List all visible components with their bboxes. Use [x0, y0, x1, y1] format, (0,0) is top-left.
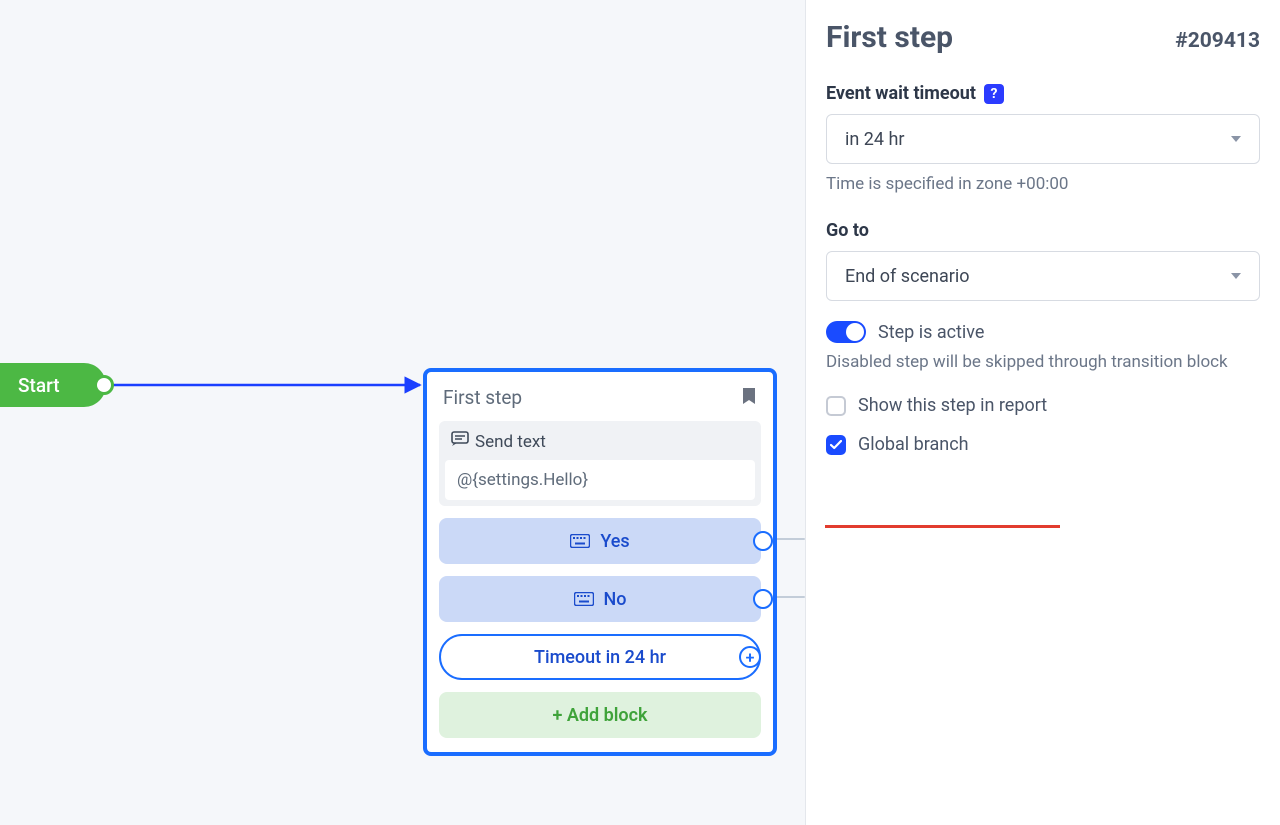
start-label: Start: [18, 374, 60, 397]
panel-id: #209413: [1175, 29, 1260, 53]
help-icon[interactable]: ?: [984, 84, 1004, 104]
connector-stub: [775, 596, 805, 598]
panel-header: First step #209413: [826, 20, 1260, 55]
global-branch-checkbox[interactable]: [826, 435, 846, 455]
block-content: @{settings.Hello}: [445, 460, 755, 500]
field-event-timeout: Event wait timeout ? in 24 hr Time is sp…: [826, 83, 1260, 194]
select-value: End of scenario: [845, 266, 970, 287]
properties-panel: First step #209413 Event wait timeout ? …: [805, 0, 1280, 825]
step-card-header: First step: [427, 372, 773, 421]
step-card-title: First step: [443, 386, 522, 409]
goto-select[interactable]: End of scenario: [826, 251, 1260, 301]
show-in-report-row: Show this step in report: [826, 395, 1260, 416]
step-active-toggle[interactable]: [826, 321, 866, 343]
send-text-block[interactable]: Send text @{settings.Hello}: [439, 421, 761, 506]
option-yes-port[interactable]: [753, 531, 773, 551]
add-block-button[interactable]: + Add block: [439, 692, 761, 738]
step-active-hint: Disabled step will be skipped through tr…: [826, 349, 1260, 375]
timeout-add-port[interactable]: +: [739, 646, 761, 668]
keyboard-icon: [570, 534, 590, 548]
field-goto: Go to End of scenario: [826, 220, 1260, 301]
timeout-label: Timeout in 24 hr: [534, 647, 666, 668]
label-text: Event wait timeout: [826, 83, 976, 104]
option-no-port[interactable]: [753, 589, 773, 609]
chevron-down-icon: [1231, 273, 1241, 279]
event-timeout-select[interactable]: in 24 hr: [826, 114, 1260, 164]
connector-stub: [775, 538, 805, 540]
highlight-underline: [825, 525, 1060, 528]
start-node[interactable]: Start: [0, 363, 106, 407]
global-branch-row: Global branch: [826, 434, 1260, 455]
block-header-label: Send text: [475, 432, 546, 452]
option-label: No: [604, 589, 627, 610]
timezone-hint: Time is specified in zone +00:00: [826, 174, 1260, 194]
select-value: in 24 hr: [845, 129, 905, 150]
message-icon: [451, 431, 469, 452]
step-active-toggle-row: Step is active: [826, 321, 1260, 343]
toggle-knob: [846, 323, 864, 341]
timeout-button[interactable]: Timeout in 24 hr +: [439, 634, 761, 680]
option-label: Yes: [600, 531, 629, 552]
label-text: Go to: [826, 220, 869, 241]
option-yes-button[interactable]: Yes: [439, 518, 761, 564]
field-label: Go to: [826, 220, 1260, 241]
field-label: Event wait timeout ?: [826, 83, 1260, 104]
option-no-button[interactable]: No: [439, 576, 761, 622]
bookmark-icon[interactable]: [741, 387, 757, 409]
start-output-port[interactable]: [94, 375, 114, 395]
toggle-label: Step is active: [878, 322, 984, 343]
flow-canvas[interactable]: Start First step Send text @{settings.He…: [0, 0, 805, 825]
checkbox-label: Show this step in report: [858, 395, 1047, 416]
add-block-label: + Add block: [552, 705, 647, 726]
block-header: Send text: [439, 421, 761, 456]
checkbox-label: Global branch: [858, 434, 969, 455]
show-in-report-checkbox[interactable]: [826, 396, 846, 416]
step-card[interactable]: First step Send text @{settings.Hello} Y…: [423, 368, 777, 756]
panel-title: First step: [826, 20, 953, 55]
keyboard-icon: [574, 592, 594, 606]
chevron-down-icon: [1231, 136, 1241, 142]
